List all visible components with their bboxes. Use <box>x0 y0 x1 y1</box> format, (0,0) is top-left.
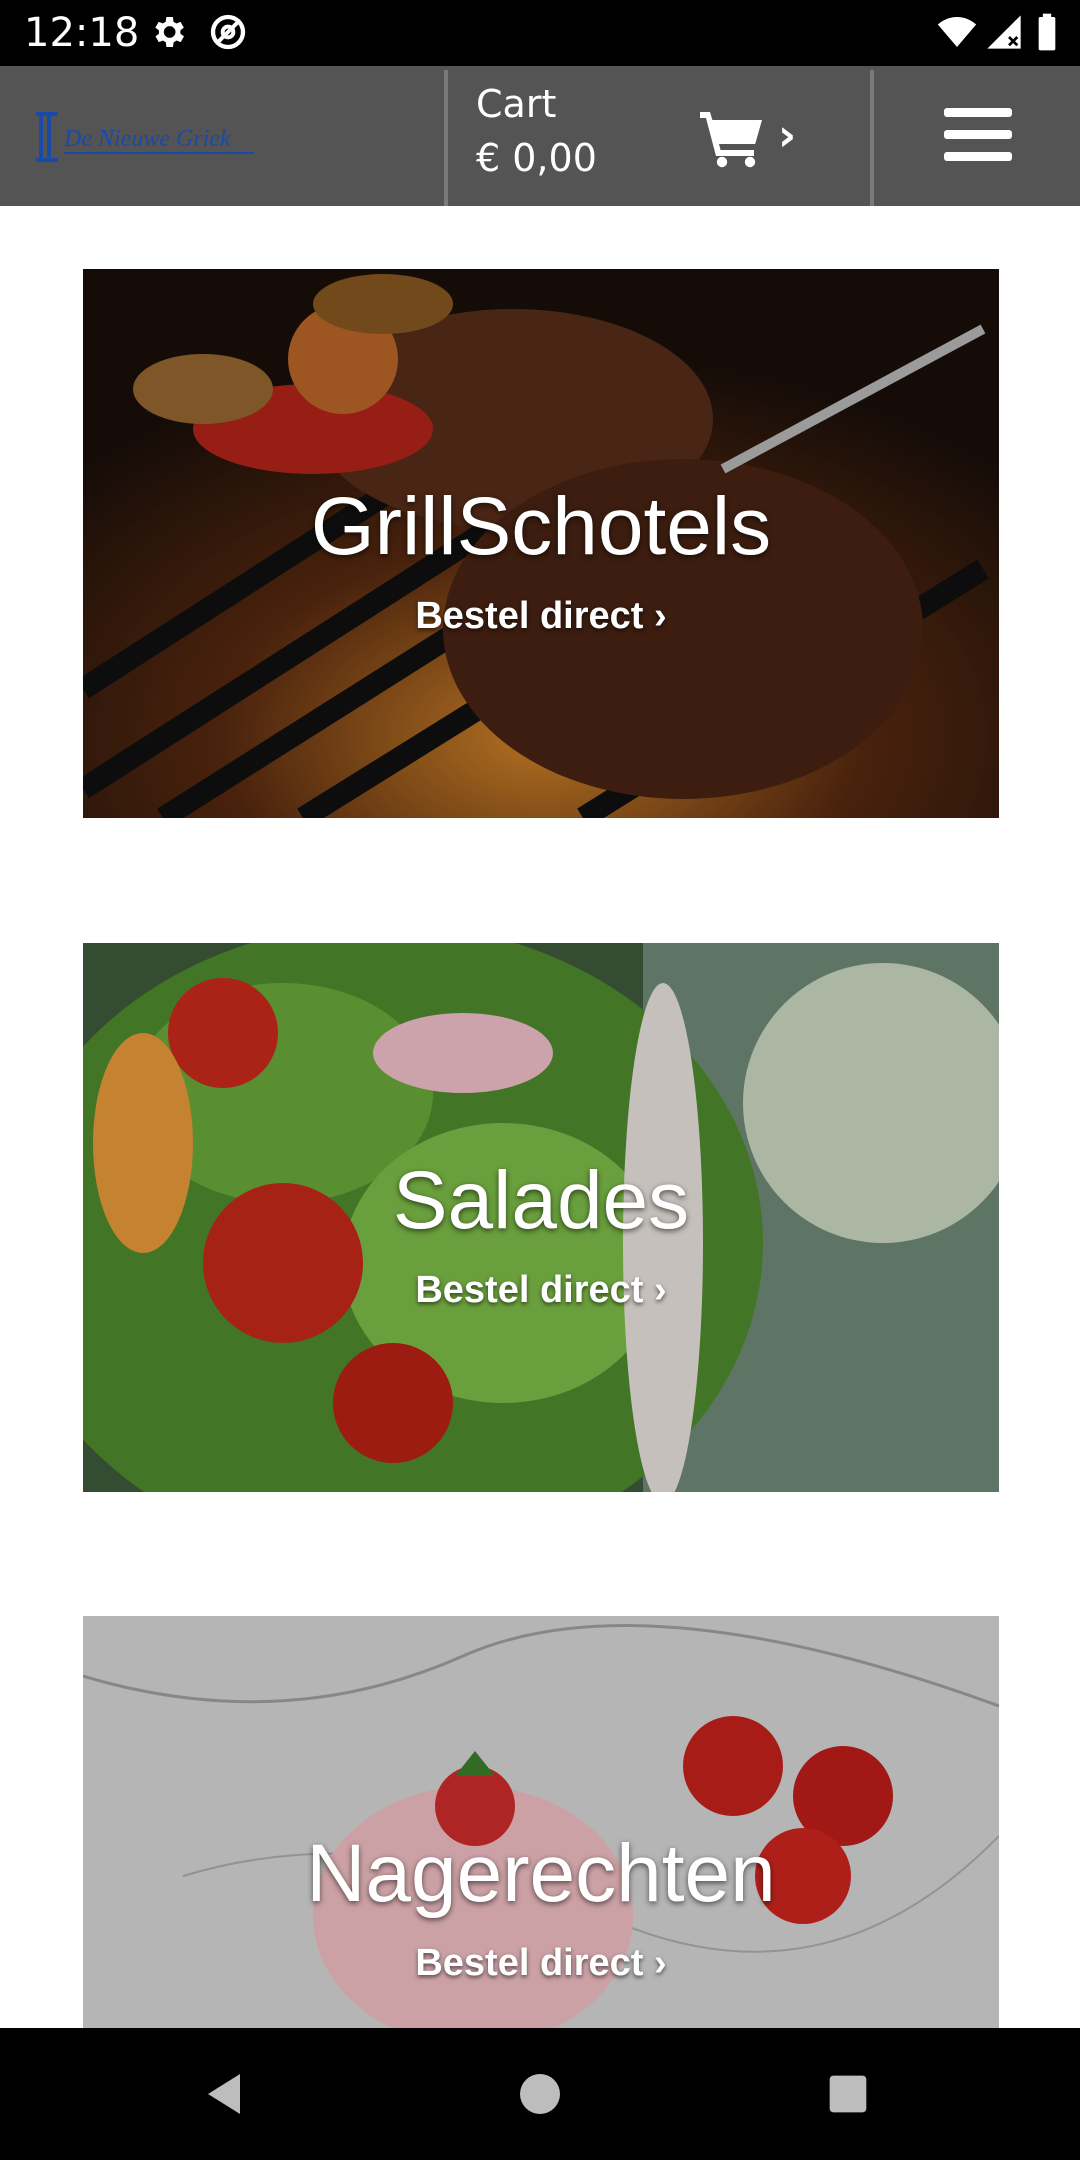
shopping-cart-icon <box>700 112 762 168</box>
category-card-salades[interactable]: Salades Bestel direct › <box>83 943 999 1492</box>
status-bar: 12:18 <box>0 0 1080 66</box>
cart-label: Cart <box>476 82 557 126</box>
chevron-right-icon: › <box>778 110 797 161</box>
category-title: GrillSchotels <box>310 481 772 572</box>
logo: De Nieuwe Griek <box>36 112 254 162</box>
category-title: Salades <box>392 1155 690 1246</box>
order-now-link[interactable]: Bestel direct › <box>83 595 999 638</box>
cart-button[interactable]: Cart € 0,00 › <box>448 66 870 206</box>
settings-icon <box>155 17 184 47</box>
order-now-link[interactable]: Bestel direct › <box>83 1269 999 1312</box>
site-header: De Nieuwe Griek Cart € 0,00 › <box>0 66 1080 206</box>
system-nav-bar <box>0 2028 1080 2160</box>
battery-icon <box>1038 13 1056 51</box>
cart-amount: € 0,00 <box>476 136 597 180</box>
signal-icon <box>987 15 1021 49</box>
hamburger-menu-icon <box>944 108 1012 161</box>
wifi-icon <box>937 17 977 47</box>
menu-button[interactable] <box>874 66 1080 206</box>
logo-link[interactable]: De Nieuwe Griek <box>0 66 444 206</box>
recents-icon[interactable] <box>826 2072 870 2116</box>
category-card-grillschotels[interactable]: GrillSchotels Bestel direct › <box>83 269 999 818</box>
back-icon[interactable] <box>200 2070 248 2118</box>
order-now-link[interactable]: Bestel direct › <box>83 1942 999 1985</box>
home-icon[interactable] <box>516 2070 564 2118</box>
status-time: 12:18 <box>24 10 140 56</box>
category-title: Nagerechten <box>306 1828 776 1919</box>
category-card-nagerechten[interactable]: Nagerechten Bestel direct › <box>83 1616 999 2028</box>
svg-text:De Nieuwe Griek: De Nieuwe Griek <box>63 126 231 152</box>
at-sign-icon <box>210 14 246 50</box>
